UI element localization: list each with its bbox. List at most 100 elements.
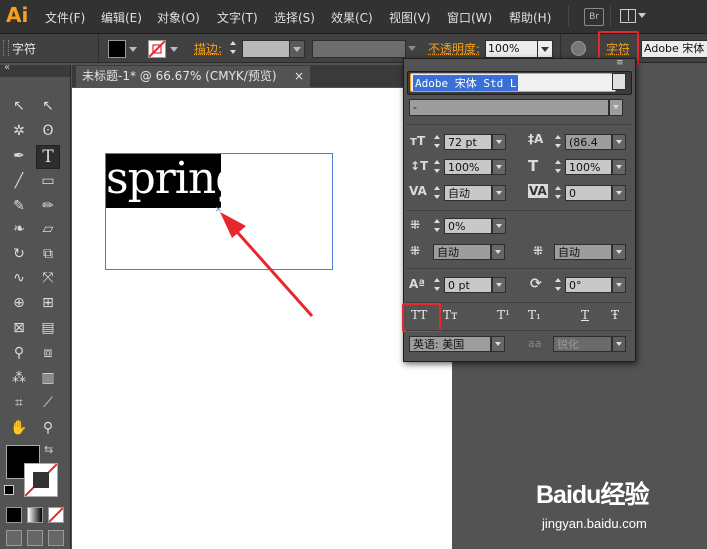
font-size-input[interactable]: 72 pt	[444, 134, 492, 150]
antialias-select[interactable]: 锐化	[553, 336, 612, 352]
subscript-button[interactable]: T₁	[528, 308, 541, 322]
menu-window[interactable]: 窗口(W)	[447, 9, 492, 26]
menu-effect[interactable]: 效果(C)	[331, 9, 373, 26]
tsume-dropdown-icon[interactable]	[492, 218, 506, 234]
variable-width-profile[interactable]	[312, 40, 406, 58]
stroke-color-icon[interactable]	[24, 463, 58, 497]
draw-behind-icon[interactable]	[27, 530, 43, 546]
font-family-dropdown-icon[interactable]	[612, 73, 626, 90]
fill-dropdown-icon[interactable]	[129, 47, 137, 52]
superscript-button[interactable]: T¹	[497, 308, 510, 322]
baseline-shift-dropdown-icon[interactable]	[492, 277, 506, 293]
close-tab-icon[interactable]: ×	[294, 66, 304, 87]
document-tab[interactable]: 未标题-1* @ 66.67% (CMYK/预览) ×	[76, 66, 310, 87]
eyedropper-tool-icon[interactable]: ⚲	[8, 342, 30, 364]
leading-stepper-icon[interactable]	[554, 134, 563, 150]
panel-menu-icon[interactable]: ≡	[616, 58, 624, 68]
language-select[interactable]: 英语: 美国	[409, 336, 491, 352]
rotation-input[interactable]: 0°	[565, 277, 612, 293]
rotate-tool-icon[interactable]: ↻	[8, 243, 30, 265]
perspective-grid-tool-icon[interactable]: ⊞	[37, 292, 59, 314]
symbol-sprayer-tool-icon[interactable]: ⁂	[8, 367, 30, 389]
font-style-dropdown-icon[interactable]	[609, 99, 623, 116]
font-family-select[interactable]: Adobe 宋体 Std L	[410, 73, 616, 92]
gradient-mode-icon[interactable]	[27, 507, 43, 523]
horizontal-scale-input[interactable]: 100%	[565, 159, 612, 175]
selection-tool-icon[interactable]: ↖	[8, 95, 30, 117]
character-panel-link[interactable]: 字符	[606, 40, 630, 57]
tracking-input[interactable]: 0	[565, 185, 612, 201]
menu-edit[interactable]: 编辑(E)	[101, 9, 142, 26]
default-colors-icon[interactable]	[4, 485, 14, 495]
gripper-icon[interactable]	[3, 40, 9, 56]
stroke-stepper-icon[interactable]	[229, 40, 238, 56]
menu-type[interactable]: 文字(T)	[217, 9, 258, 26]
antialias-dropdown-icon[interactable]	[612, 336, 626, 352]
tsume-stepper-icon[interactable]	[433, 218, 442, 234]
gradient-tool-icon[interactable]: ▤	[37, 317, 59, 339]
pencil-tool-icon[interactable]: ✏	[37, 195, 59, 217]
lasso-tool-icon[interactable]: ʘ	[37, 120, 59, 142]
all-caps-button[interactable]: TT	[411, 308, 427, 322]
aki-right-dropdown-icon[interactable]	[612, 244, 626, 260]
tsume-input[interactable]: 0%	[444, 218, 492, 234]
color-mode-icon[interactable]	[6, 507, 22, 523]
kerning-stepper-icon[interactable]	[433, 185, 442, 201]
eraser-tool-icon[interactable]: ▱	[37, 218, 59, 240]
bridge-button[interactable]: Br	[584, 8, 604, 26]
tracking-dropdown-icon[interactable]	[612, 185, 626, 201]
rectangle-tool-icon[interactable]: ▭	[37, 170, 59, 192]
font-family-input[interactable]: Adobe 宋体	[641, 40, 707, 58]
stroke-weight-input[interactable]	[242, 40, 290, 58]
menu-file[interactable]: 文件(F)	[45, 9, 85, 26]
blend-tool-icon[interactable]: ⧈	[37, 342, 59, 364]
slice-tool-icon[interactable]: ⟋	[37, 392, 59, 414]
menu-view[interactable]: 视图(V)	[389, 9, 431, 26]
kerning-dropdown-icon[interactable]	[492, 185, 506, 201]
leading-dropdown-icon[interactable]	[612, 134, 626, 150]
vertical-scale-stepper-icon[interactable]	[433, 159, 442, 175]
recolor-icon[interactable]	[571, 41, 586, 56]
stroke-dropdown-icon[interactable]	[170, 47, 178, 52]
menu-select[interactable]: 选择(S)	[274, 9, 315, 26]
small-caps-button[interactable]: Tт	[443, 308, 458, 322]
fill-swatch[interactable]	[108, 40, 126, 58]
magic-wand-tool-icon[interactable]: ✲	[8, 120, 30, 142]
strikethrough-button[interactable]: Ŧ	[611, 308, 619, 322]
aki-left-select[interactable]: 自动	[433, 244, 491, 260]
language-dropdown-icon[interactable]	[491, 336, 505, 352]
stroke-label[interactable]: 描边:	[194, 40, 222, 57]
aki-right-select[interactable]: 自动	[554, 244, 612, 260]
menu-object[interactable]: 对象(O)	[157, 9, 200, 26]
underline-button[interactable]: T	[581, 308, 589, 322]
draw-inside-icon[interactable]	[48, 530, 64, 546]
baseline-shift-stepper-icon[interactable]	[433, 277, 442, 293]
kerning-input[interactable]: 自动	[444, 185, 492, 201]
type-tool-icon[interactable]: T	[36, 145, 60, 169]
tracking-stepper-icon[interactable]	[554, 185, 563, 201]
column-graph-tool-icon[interactable]: ▥	[37, 367, 59, 389]
paintbrush-tool-icon[interactable]: ✎	[8, 195, 30, 217]
rotation-stepper-icon[interactable]	[554, 277, 563, 293]
opacity-input[interactable]: 100%	[485, 40, 539, 58]
mesh-tool-icon[interactable]: ⊠	[8, 317, 30, 339]
warp-tool-icon[interactable]: ∿	[8, 267, 30, 289]
aki-left-dropdown-icon[interactable]	[491, 244, 505, 260]
baseline-shift-input[interactable]: 0 pt	[444, 277, 492, 293]
horizontal-scale-stepper-icon[interactable]	[554, 159, 563, 175]
stroke-weight-dropdown[interactable]	[289, 40, 305, 58]
font-size-dropdown-icon[interactable]	[492, 134, 506, 150]
swap-colors-icon[interactable]: ⇆	[44, 443, 53, 456]
opacity-dropdown[interactable]	[537, 40, 553, 58]
none-mode-icon[interactable]	[48, 507, 64, 523]
font-size-stepper-icon[interactable]	[433, 134, 442, 150]
vertical-scale-dropdown-icon[interactable]	[492, 159, 506, 175]
font-style-select[interactable]: -	[409, 99, 609, 116]
hand-tool-icon[interactable]: ✋	[8, 417, 30, 439]
shape-builder-tool-icon[interactable]: ⊕	[8, 292, 30, 314]
horizontal-scale-dropdown-icon[interactable]	[612, 159, 626, 175]
leading-input[interactable]: (86.4	[565, 134, 612, 150]
stroke-swatch[interactable]	[148, 40, 166, 58]
pen-tool-icon[interactable]: ✒	[8, 145, 30, 167]
rotation-dropdown-icon[interactable]	[612, 277, 626, 293]
